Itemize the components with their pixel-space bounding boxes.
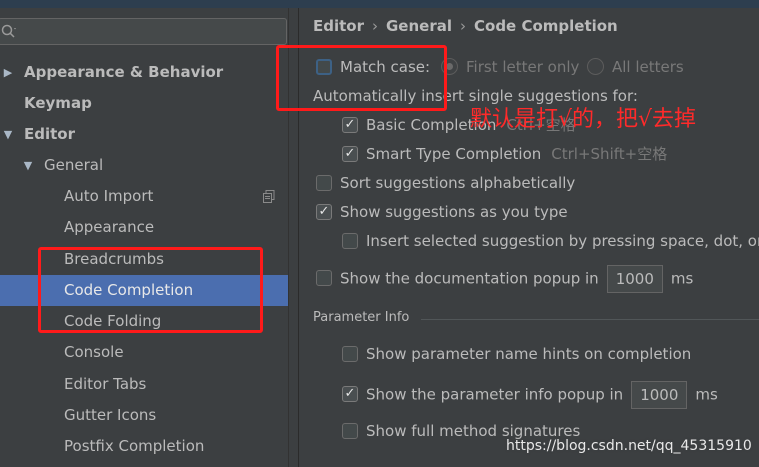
collapse-arrow-icon[interactable]: ▼ [22,150,34,181]
copy-icon [263,190,275,203]
tree-item-gutter-icons[interactable]: Gutter Icons [0,400,298,431]
annotation-text: 默认是打√的，把√去掉 [470,107,697,132]
smart-type-checkbox[interactable]: ✓ [342,145,358,162]
tree-item-editor[interactable]: ▼ Editor [0,119,298,150]
all-letters-label: All letters [612,58,684,76]
top-band [0,0,759,8]
insert-selected-option[interactable]: Insert selected suggestion by pressing s… [342,230,759,252]
name-hints-label: Show parameter name hints on completion [366,345,692,363]
info-popup-option[interactable]: ✓ Show the parameter info popup in 1000 ms [342,381,718,409]
tree-item-label: Appearance [64,218,155,236]
tree-item-console[interactable]: Console [0,337,298,368]
name-hints-option[interactable]: Show parameter name hints on completion [342,343,691,365]
breadcrumb-general[interactable]: General [386,17,452,35]
tree-item-appearance[interactable]: Appearance [0,212,298,243]
info-popup-unit: ms [695,385,718,404]
info-popup-delay-input[interactable]: 1000 [631,381,688,409]
tree-item-editor-tabs[interactable]: Editor Tabs [0,369,298,400]
basic-completion-checkbox[interactable]: ✓ [342,116,358,133]
search-field[interactable] [0,18,287,45]
smart-type-shortcut: Ctrl+Shift+空格 [551,145,668,163]
insert-selected-label: Insert selected suggestion by pressing s… [366,232,759,250]
tree-item-label: Auto Import [64,187,154,205]
chevron-right-icon: › [372,17,378,35]
tree-item-label: Editor [24,125,75,143]
name-hints-checkbox[interactable] [342,345,358,362]
first-letter-option[interactable]: First letter only [441,56,579,78]
breadcrumb-editor[interactable]: Editor [313,17,364,35]
settings-tree: ▶ Appearance & Behavior Keymap ▼ Editor … [0,8,299,467]
watermark: https://blog.csdn.net/qq_45315910 [506,438,752,454]
breadcrumb-code-completion: Code Completion [474,17,618,35]
all-letters-option[interactable]: All letters [587,56,684,78]
tree-item-keymap[interactable]: Keymap [0,88,298,119]
all-letters-radio[interactable] [587,58,604,75]
tree-item-postfix-completion[interactable]: Postfix Completion [0,431,298,462]
show-as-type-option[interactable]: ✓ Show suggestions as you type [316,201,568,223]
tree-item-label: Postfix Completion [64,437,205,455]
info-popup-checkbox[interactable]: ✓ [342,386,358,402]
show-as-type-checkbox[interactable]: ✓ [316,203,332,220]
sort-alpha-option[interactable]: Sort suggestions alphabetically [316,172,575,194]
info-popup-label: Show the parameter info popup in [366,385,624,404]
search-icon[interactable] [1,23,17,39]
tree-item-label: General [44,156,104,174]
tree-item-label: Console [64,343,124,361]
insert-selected-checkbox[interactable] [342,232,358,249]
parameter-info-title: Parameter Info [313,310,410,325]
chevron-right-icon: › [460,17,466,35]
tree-item-label: Appearance & Behavior [24,63,224,81]
doc-popup-delay-input[interactable]: 1000 [606,265,663,293]
first-letter-label: First letter only [466,58,580,76]
tree-item-appearance-behavior[interactable]: ▶ Appearance & Behavior [0,57,298,88]
full-signatures-checkbox[interactable] [342,422,358,439]
smart-type-option[interactable]: ✓ Smart Type Completion Ctrl+Shift+空格 [342,143,667,165]
search-input[interactable] [21,21,285,43]
tree-item-label: Editor Tabs [64,375,147,393]
tree-item-auto-import[interactable]: Auto Import [0,181,298,212]
doc-popup-checkbox[interactable] [316,270,332,286]
doc-popup-label: Show the documentation popup in [340,269,599,288]
sort-alpha-checkbox[interactable] [316,174,332,191]
doc-popup-option[interactable]: Show the documentation popup in 1000 ms [316,265,694,293]
expand-arrow-icon[interactable]: ▶ [2,57,14,88]
collapse-arrow-icon[interactable]: ▼ [2,119,14,150]
annotation-box-tree-items [38,247,263,333]
smart-type-label: Smart Type Completion [366,145,542,163]
tree-item-general[interactable]: ▼ General [0,150,298,181]
section-divider [421,319,759,320]
sort-alpha-label: Sort suggestions alphabetically [340,174,576,192]
tree-item-label: Gutter Icons [64,406,157,424]
annotation-box-match-case [276,45,447,111]
doc-popup-unit: ms [670,269,694,288]
show-as-type-label: Show suggestions as you type [340,203,568,221]
tree-item-label: Keymap [24,94,92,112]
breadcrumb: Editor › General › Code Completion [313,17,618,35]
